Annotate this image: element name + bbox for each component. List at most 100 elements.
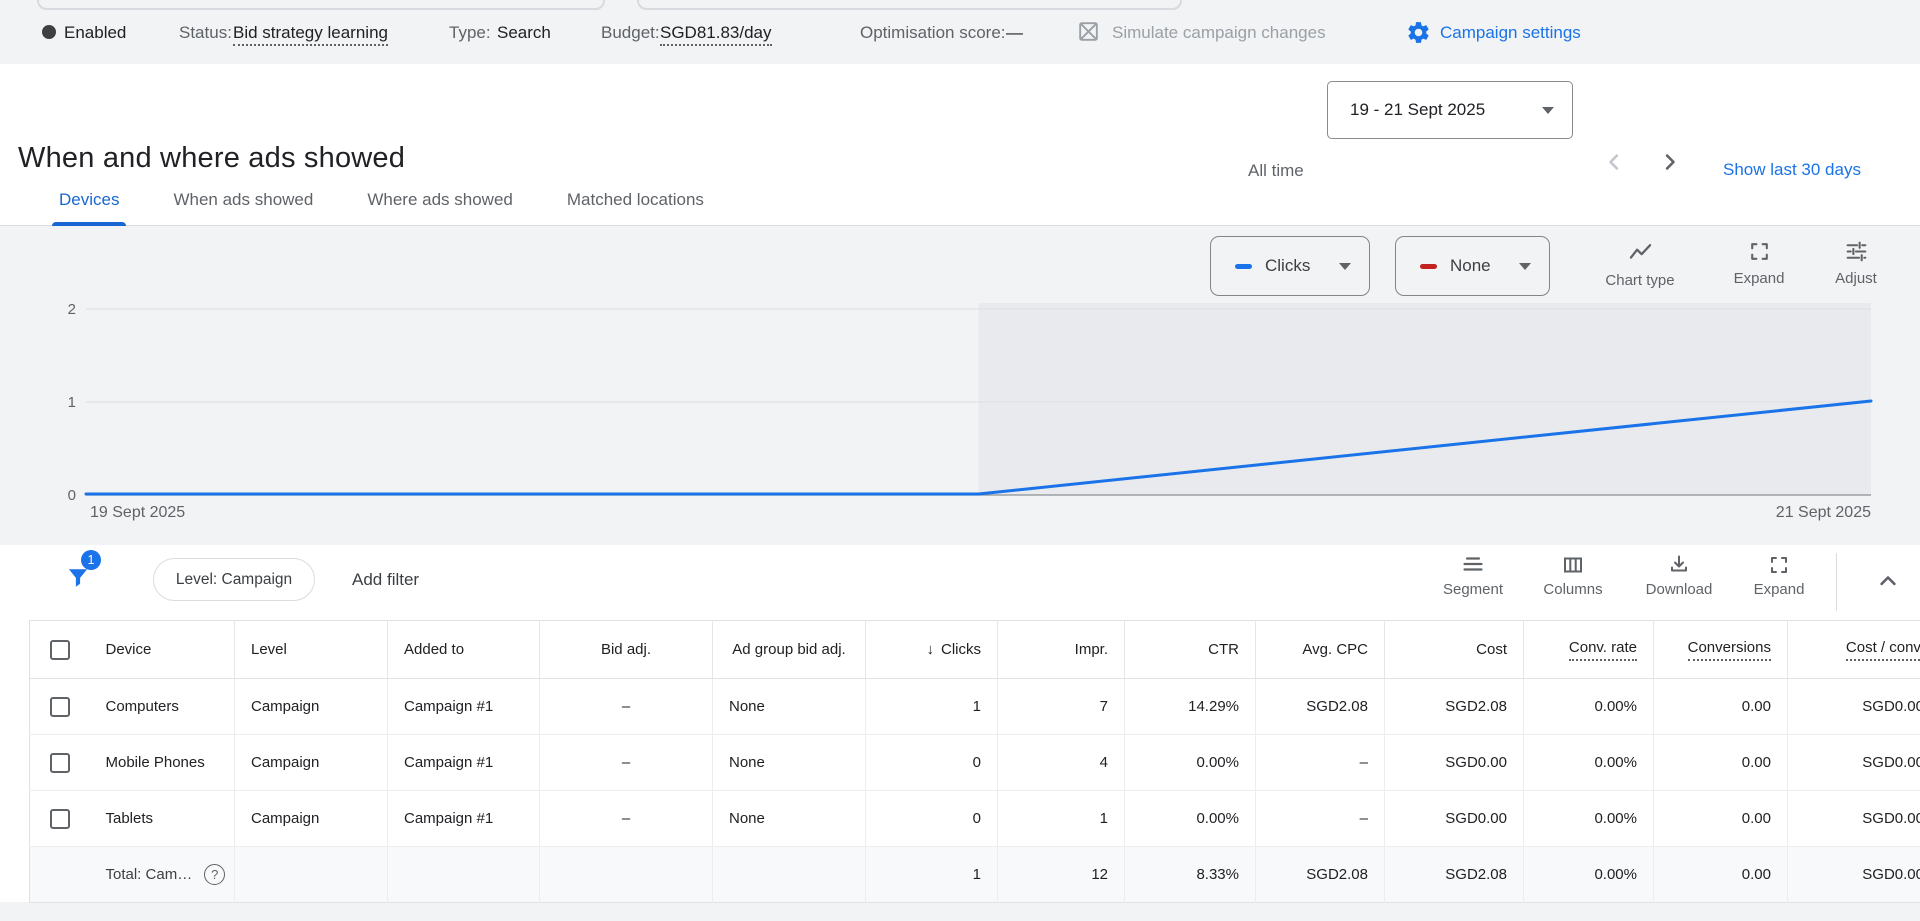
total-cell-clicks: 1 [866, 847, 998, 903]
chart-type-button[interactable]: Chart type [1585, 239, 1695, 289]
y-axis-tick-label: 2 [68, 301, 76, 318]
cell-cost: SGD2.08 [1385, 679, 1524, 735]
cell-clicks: 0 [866, 791, 998, 847]
campaign-settings-button[interactable]: Campaign settings [1440, 23, 1581, 43]
cell-device: Tablets [90, 791, 235, 847]
row-checkbox-cell [30, 735, 90, 791]
total-cell-conversions: 0.00 [1654, 847, 1788, 903]
budget-value[interactable]: SGD81.83/day [660, 23, 772, 46]
report-tabs: Devices When ads showed Where ads showed… [0, 174, 731, 226]
metric-1-value: Clicks [1265, 256, 1310, 276]
row-checkbox-cell [30, 679, 90, 735]
metric-2-dropdown[interactable]: None [1395, 236, 1550, 296]
cell-added_to: Campaign #1 [388, 791, 540, 847]
chevron-down-icon [1339, 263, 1351, 270]
total-cell-bid_adj [540, 847, 713, 903]
column-header-level[interactable]: Level [235, 621, 388, 679]
segment-button[interactable]: Segment [1428, 553, 1518, 598]
cutoff-tab-right [637, 0, 1182, 10]
filter-button[interactable]: 1 [64, 557, 110, 603]
total-label-cell: Total: Cam…? [90, 847, 235, 903]
column-header-device[interactable]: Device [90, 621, 235, 679]
performance-chart-section: 012 Clicks None Chart type Expand Adjust [0, 226, 1920, 545]
column-header-avg_cpc[interactable]: Avg. CPC [1256, 621, 1385, 679]
cell-cost_conv: SGD0.00 [1788, 791, 1920, 847]
previous-period-icon[interactable] [1600, 148, 1628, 176]
metric-1-dropdown[interactable]: Clicks [1210, 236, 1370, 296]
enabled-label: Enabled [64, 23, 126, 43]
help-icon[interactable]: ? [204, 864, 225, 885]
column-header-conversions[interactable]: Conversions [1654, 621, 1788, 679]
total-cell-cost: SGD2.08 [1385, 847, 1524, 903]
row-checkbox[interactable] [50, 697, 70, 717]
clicks-series-swatch-icon [1235, 264, 1252, 269]
next-period-icon[interactable] [1656, 148, 1684, 176]
tab-matched-locations[interactable]: Matched locations [540, 174, 731, 226]
enabled-status-dot-icon [42, 25, 56, 39]
total-cell-conv_rate: 0.00% [1524, 847, 1654, 903]
all-time-label: All time [1248, 161, 1304, 181]
cell-ctr: 0.00% [1125, 791, 1256, 847]
select-all-checkbox[interactable] [50, 640, 70, 660]
cell-conversions: 0.00 [1654, 679, 1788, 735]
cell-cost_conv: SGD0.00 [1788, 735, 1920, 791]
type-label: Type: [449, 23, 491, 43]
budget-label: Budget: [601, 23, 660, 43]
cell-clicks: 1 [866, 679, 998, 735]
tab-devices[interactable]: Devices [32, 174, 146, 226]
cell-avg_cpc: – [1256, 735, 1385, 791]
cell-bid_adj: – [540, 679, 713, 735]
column-header-cost_conv[interactable]: Cost / conv. [1788, 621, 1920, 679]
column-header-added_to[interactable]: Added to [388, 621, 540, 679]
tab-where-ads-showed[interactable]: Where ads showed [340, 174, 540, 226]
devices-table-panel: 1 Level: Campaign Add filter Segment Col… [0, 545, 1920, 902]
row-checkbox[interactable] [50, 809, 70, 829]
date-range-picker[interactable]: 19 - 21 Sept 2025 [1327, 81, 1573, 139]
column-header-bid_adj[interactable]: Bid adj. [540, 621, 713, 679]
cell-impr: 4 [998, 735, 1125, 791]
cell-cost: SGD0.00 [1385, 791, 1524, 847]
total-cell-avg_cpc: SGD2.08 [1256, 847, 1385, 903]
row-checkbox[interactable] [50, 753, 70, 773]
cell-avg_cpc: – [1256, 791, 1385, 847]
cell-level: Campaign [235, 791, 388, 847]
metric-2-value: None [1450, 256, 1491, 276]
date-range-value: 19 - 21 Sept 2025 [1350, 100, 1485, 120]
filter-count-badge: 1 [81, 550, 101, 570]
cell-ad_group_bid_adj: None [713, 679, 866, 735]
total-cell-ctr: 8.33% [1125, 847, 1256, 903]
cell-conv_rate: 0.00% [1524, 679, 1654, 735]
expand-icon [1767, 553, 1791, 577]
column-header-conv_rate[interactable]: Conv. rate [1524, 621, 1654, 679]
columns-button[interactable]: Columns [1527, 553, 1619, 598]
show-last-30-days-link[interactable]: Show last 30 days [1723, 160, 1861, 180]
column-header-cost[interactable]: Cost [1385, 621, 1524, 679]
table-header-row: DeviceLevelAdded toBid adj.Ad group bid … [30, 621, 1920, 679]
cell-cost: SGD0.00 [1385, 735, 1524, 791]
columns-icon [1561, 553, 1585, 577]
segment-icon [1461, 553, 1485, 577]
cell-ctr: 0.00% [1125, 735, 1256, 791]
chevron-down-icon [1519, 263, 1531, 270]
cell-avg_cpc: SGD2.08 [1256, 679, 1385, 735]
adjust-chart-button[interactable]: Adjust [1814, 239, 1898, 287]
column-header-ctr[interactable]: CTR [1125, 621, 1256, 679]
x-axis-start-label: 19 Sept 2025 [90, 504, 185, 522]
cell-conv_rate: 0.00% [1524, 735, 1654, 791]
download-button[interactable]: Download [1629, 553, 1729, 598]
collapse-table-chevron-up-icon[interactable] [1874, 567, 1902, 595]
column-header-clicks[interactable]: ↓Clicks [866, 621, 998, 679]
total-cell-ad_group_bid_adj [713, 847, 866, 903]
status-value[interactable]: Bid strategy learning [233, 23, 388, 46]
tab-when-ads-showed[interactable]: When ads showed [146, 174, 340, 226]
add-filter-button[interactable]: Add filter [352, 570, 419, 590]
expand-chart-button[interactable]: Expand [1715, 239, 1803, 287]
column-header-impr[interactable]: Impr. [998, 621, 1125, 679]
cell-added_to: Campaign #1 [388, 735, 540, 791]
column-header-ad_group_bid_adj[interactable]: Ad group bid adj. [713, 621, 866, 679]
cell-bid_adj: – [540, 791, 713, 847]
simulate-campaign-changes-button: Simulate campaign changes [1112, 23, 1326, 43]
expand-table-button[interactable]: Expand [1736, 553, 1822, 598]
level-filter-chip[interactable]: Level: Campaign [153, 558, 315, 601]
cell-clicks: 0 [866, 735, 998, 791]
